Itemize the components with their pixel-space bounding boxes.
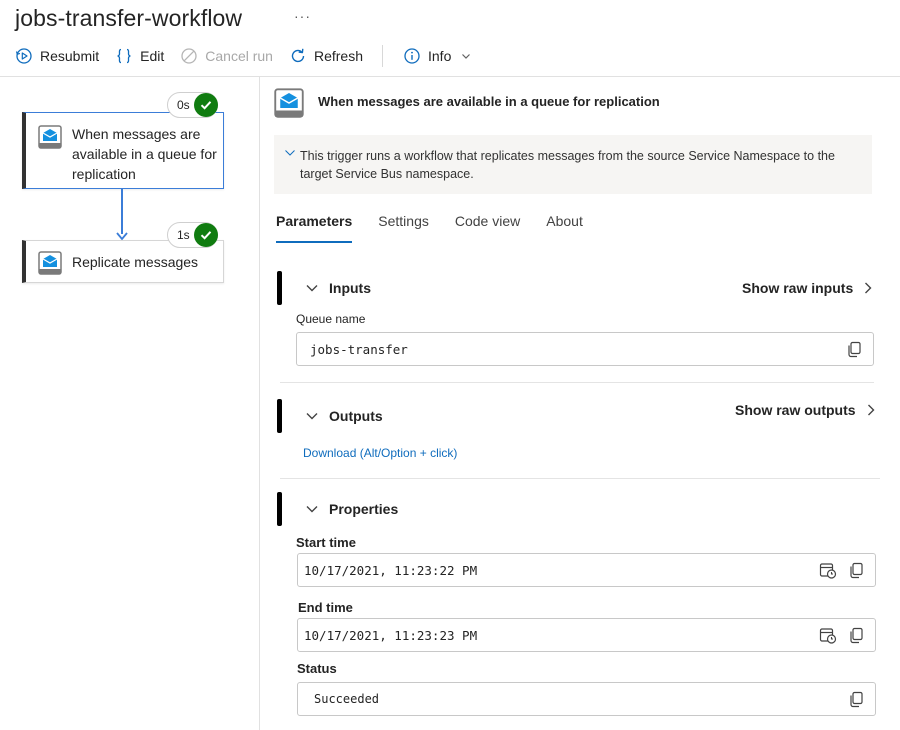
chevron-right-icon: [866, 403, 876, 417]
chevron-down-icon[interactable]: [284, 145, 296, 163]
code-braces-icon: [115, 47, 133, 65]
outputs-section-toggle[interactable]: Outputs: [305, 408, 383, 424]
inputs-heading: Inputs: [329, 280, 371, 296]
tab-parameters[interactable]: Parameters: [276, 213, 353, 243]
info-label: Info: [428, 48, 452, 64]
show-raw-inputs-label: Show raw inputs: [742, 280, 854, 296]
cancel-icon: [180, 47, 198, 65]
chevron-down-icon: [305, 281, 319, 295]
show-raw-outputs-label: Show raw outputs: [735, 402, 856, 418]
service-bus-icon: [38, 251, 62, 280]
start-time-label: Start time: [296, 535, 356, 550]
panel-title: When messages are available in a queue f…: [318, 94, 660, 109]
queue-name-value: jobs-transfer: [310, 342, 408, 357]
more-options-button[interactable]: ···: [294, 8, 311, 24]
tab-about[interactable]: About: [546, 213, 583, 243]
description-text: This trigger runs a workflow that replic…: [300, 149, 835, 181]
properties-section-toggle[interactable]: Properties: [305, 501, 398, 517]
section-divider: [280, 382, 874, 383]
properties-heading: Properties: [329, 501, 399, 517]
resubmit-icon: [15, 47, 33, 65]
outputs-section-marker: [277, 399, 282, 433]
chevron-down-icon: [305, 502, 319, 516]
queue-name-label: Queue name: [296, 312, 366, 326]
copy-icon[interactable]: [846, 341, 862, 363]
resubmit-button[interactable]: Resubmit: [15, 47, 99, 65]
calendar-clock-icon[interactable]: [819, 562, 837, 584]
outputs-heading: Outputs: [329, 408, 383, 424]
action-duration: 1s: [177, 228, 190, 242]
end-time-label: End time: [298, 600, 353, 615]
start-time-value: 10/17/2021, 11:23:22 PM: [304, 563, 478, 578]
show-raw-inputs-link[interactable]: Show raw inputs: [742, 280, 873, 296]
panel-tabs: Parameters Settings Code view About: [276, 213, 609, 243]
resubmit-label: Resubmit: [40, 48, 100, 64]
queue-name-field[interactable]: jobs-transfer: [296, 332, 874, 366]
cancel-run-label: Cancel run: [205, 48, 273, 64]
calendar-clock-icon[interactable]: [819, 627, 837, 649]
status-field[interactable]: Succeeded: [297, 682, 876, 716]
end-time-field[interactable]: 10/17/2021, 11:23:23 PM: [297, 618, 876, 652]
refresh-icon: [289, 47, 307, 65]
copy-icon[interactable]: [848, 627, 864, 649]
edit-label: Edit: [140, 48, 165, 64]
page-title: jobs-transfer-workflow: [15, 5, 243, 31]
refresh-label: Refresh: [313, 48, 363, 64]
header-divider: [0, 76, 900, 77]
connector-line: [121, 189, 123, 234]
inputs-section-toggle[interactable]: Inputs: [305, 280, 371, 296]
copy-icon[interactable]: [848, 691, 864, 713]
info-icon: [403, 47, 421, 65]
show-raw-outputs-link[interactable]: Show raw outputs: [735, 402, 876, 418]
edit-button[interactable]: Edit: [115, 47, 164, 65]
inputs-section-marker: [277, 271, 282, 305]
action-status-badge: 1s: [167, 222, 218, 248]
copy-icon[interactable]: [848, 562, 864, 584]
action-card-label: Replicate messages: [72, 254, 199, 270]
trigger-card[interactable]: When messages are available in a queue f…: [22, 112, 224, 189]
refresh-button[interactable]: Refresh: [289, 47, 363, 65]
toolbar-divider: [382, 45, 383, 67]
properties-section-marker: [277, 492, 282, 526]
trigger-status-badge: 0s: [167, 92, 218, 118]
chevron-down-icon: [305, 409, 319, 423]
status-value: Succeeded: [314, 692, 380, 706]
end-time-value: 10/17/2021, 11:23:23 PM: [304, 628, 478, 643]
success-check-icon: [193, 223, 218, 247]
trigger-duration: 0s: [177, 98, 190, 112]
success-check-icon: [193, 93, 218, 117]
tab-settings[interactable]: Settings: [378, 213, 429, 243]
status-label: Status: [297, 661, 337, 676]
start-time-field[interactable]: 10/17/2021, 11:23:22 PM: [297, 553, 876, 587]
chevron-down-icon: [461, 51, 471, 61]
download-link[interactable]: Download (Alt/Option + click): [303, 446, 457, 460]
service-bus-icon: [38, 125, 62, 154]
toolbar: Resubmit Edit Cancel run Refresh Info: [15, 44, 487, 68]
trigger-card-label: When messages are available in a queue f…: [72, 126, 217, 182]
cancel-run-button[interactable]: Cancel run: [180, 47, 273, 65]
chevron-right-icon: [863, 281, 873, 295]
description-box[interactable]: This trigger runs a workflow that replic…: [274, 135, 872, 194]
tab-code-view[interactable]: Code view: [455, 213, 520, 243]
pane-divider: [259, 77, 260, 730]
section-divider: [280, 478, 880, 479]
service-bus-icon: [274, 88, 304, 123]
info-button[interactable]: Info: [403, 47, 471, 65]
